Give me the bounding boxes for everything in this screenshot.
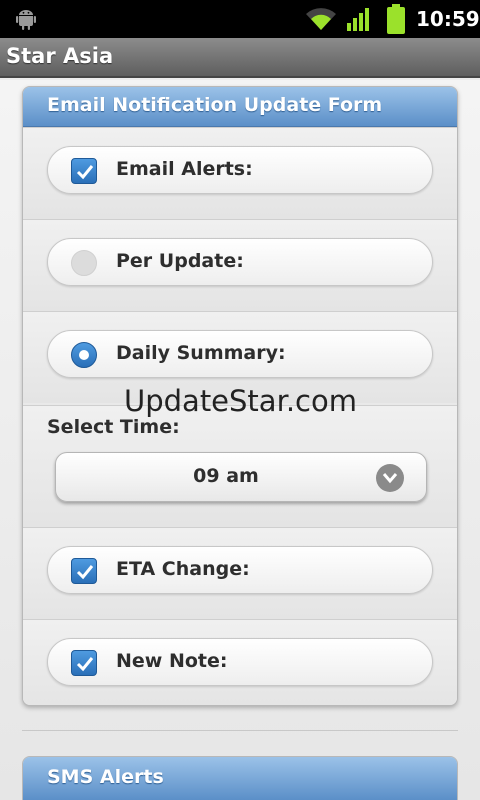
wifi-icon	[306, 8, 336, 30]
status-bar: 10:59	[0, 0, 480, 38]
section-divider	[22, 730, 458, 731]
per-update-row: Per Update:	[23, 219, 457, 311]
form-header: Email Notification Update Form	[23, 87, 457, 127]
sms-alerts-section: SMS Alerts	[22, 756, 458, 800]
signal-icon	[347, 8, 369, 31]
email-alerts-label: Email Alerts:	[116, 158, 253, 180]
sms-alerts-header[interactable]: SMS Alerts	[23, 757, 457, 800]
radio-selected-icon[interactable]	[71, 342, 97, 368]
sms-alerts-title: SMS Alerts	[47, 766, 164, 788]
checkbox-checked-icon[interactable]	[71, 558, 97, 584]
form-title: Email Notification Update Form	[47, 94, 383, 116]
email-alerts-checkbox[interactable]: Email Alerts:	[47, 146, 433, 194]
clock: 10:59	[416, 7, 480, 31]
android-icon	[16, 10, 36, 30]
daily-summary-label: Daily Summary:	[116, 342, 286, 364]
new-note-label: New Note:	[116, 650, 228, 672]
time-select[interactable]: 09 am	[55, 452, 427, 502]
eta-change-label: ETA Change:	[116, 558, 250, 580]
watermark: UpdateStar.com	[124, 384, 357, 418]
app-title-bar: Star Asia	[0, 38, 480, 78]
select-time-row: Select Time: 09 am	[23, 405, 457, 527]
chevron-down-icon[interactable]	[376, 464, 404, 492]
per-update-radio[interactable]: Per Update:	[47, 238, 433, 286]
time-select-value: 09 am	[193, 465, 259, 487]
email-alerts-row: Email Alerts:	[23, 127, 457, 219]
checkbox-checked-icon[interactable]	[71, 650, 97, 676]
daily-summary-radio[interactable]: Daily Summary:	[47, 330, 433, 378]
main-content: Email Notification Update Form Email Ale…	[0, 80, 480, 800]
eta-change-checkbox[interactable]: ETA Change:	[47, 546, 433, 594]
checkbox-checked-icon[interactable]	[71, 158, 97, 184]
select-time-label: Select Time:	[47, 416, 180, 438]
radio-unselected-icon[interactable]	[71, 250, 97, 276]
app-title: Star Asia	[6, 44, 114, 68]
eta-change-row: ETA Change:	[23, 527, 457, 619]
new-note-checkbox[interactable]: New Note:	[47, 638, 433, 686]
battery-icon	[387, 4, 405, 34]
per-update-label: Per Update:	[116, 250, 244, 272]
new-note-row: New Note:	[23, 619, 457, 705]
